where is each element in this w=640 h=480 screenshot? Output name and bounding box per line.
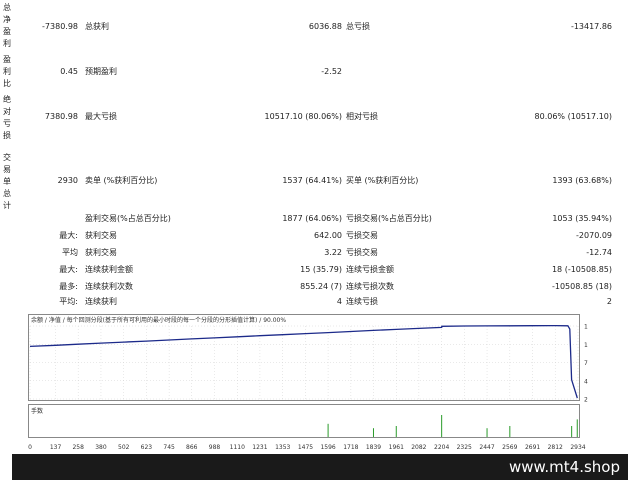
largest-loss-label: 亏损交易 (346, 231, 378, 240)
x-tick-label: 1718 (343, 444, 358, 451)
x-axis-ticks: 0 137 258 380 502 623 745 866 988 1110 1231 1353 147… (28, 444, 586, 451)
profit-trades-value: 1877 (64.06%) (282, 214, 342, 223)
volume-bar (576, 419, 578, 437)
max-drawdown-label: 最大亏损 (85, 112, 117, 121)
long-trades-label: 买单 (%获利百分比) (346, 176, 419, 185)
watermark-text: www.mt4.shop (508, 458, 620, 476)
x-tick-label: 745 (163, 444, 175, 451)
short-trades-label: 卖单 (%获利百分比) (85, 176, 158, 185)
x-tick-label: 2447 (479, 444, 494, 451)
long-trades-value: 1393 (63.68%) (552, 176, 612, 185)
largest-profit-label: 获利交易 (85, 231, 117, 240)
largest-profit-value: 642.00 (314, 231, 342, 240)
x-tick-label: 502 (118, 444, 130, 451)
balance-chart: 余额 / 净值 / 每个回测分段(基于所有可利用的最小时段的每一个分段的分形插值… (28, 314, 588, 451)
expected-payoff-label: 预期盈利 (85, 67, 117, 76)
y-tick-label: 2094 (584, 397, 588, 404)
abs-drawdown-vlabel: 绝对亏损 (3, 95, 11, 140)
volume-bar (395, 426, 397, 437)
x-tick-label: 2082 (411, 444, 426, 451)
chart-frame (28, 314, 580, 401)
largest-loss-value: -2070.09 (576, 231, 612, 240)
volume-label: 手数 (31, 407, 43, 415)
y-tick-label: 7579 (584, 360, 588, 367)
max-consec-wins-label: 连续获利金额 (85, 265, 133, 274)
y-tick-label: 10322 (584, 342, 588, 349)
volume-bar (571, 426, 573, 437)
x-tick-label: 2569 (502, 444, 517, 451)
x-tick-label: 137 (50, 444, 62, 451)
volume-bar (441, 415, 443, 437)
volume-bar (509, 426, 511, 437)
rel-drawdown-label: 相对亏损 (346, 112, 378, 121)
max-drawdown-value: 10517.10 (80.06%) (264, 112, 342, 121)
avg-consec-wins-value: 4 (336, 297, 342, 306)
chart-header-text: 余额 / 净值 / 每个回测分段(基于所有可利用的最小时段的每一个分段的分形插值… (31, 316, 286, 324)
profit-ratio-value: 0.45 (60, 67, 78, 76)
x-tick-label: 1475 (298, 444, 313, 451)
profit-ratio-vlabel: 盈利比 (3, 55, 11, 88)
total-trades-value: 2930 (57, 176, 78, 185)
gross-loss-label: 总亏损 (346, 22, 370, 31)
loss-trades-label: 亏损交易(%占总百分比) (346, 214, 432, 223)
avg-loss-label: 亏损交易 (346, 248, 378, 257)
x-tick-label: 1596 (320, 444, 335, 451)
volume-bar (486, 428, 488, 437)
x-tick-label: 0 (28, 444, 32, 451)
volume-bar (372, 428, 374, 437)
y-tick-label: 13065 (584, 324, 588, 331)
avg-consec-losses-label: 连续亏损 (346, 297, 378, 306)
avg-loss-value: -12.74 (586, 248, 612, 257)
x-tick-label: 866 (186, 444, 198, 451)
volume-bar (327, 423, 329, 437)
gross-profit-label: 总获利 (85, 22, 109, 31)
x-tick-label: 2325 (457, 444, 472, 451)
avg-profit-value: 3.22 (324, 248, 342, 257)
avg-consec-wins-label: 连续获利 (85, 297, 117, 306)
net-profit-vlabel: 总净盈利 (3, 3, 11, 48)
max-consec-losses-label: 连续亏损金额 (346, 265, 394, 274)
most-row-label: 最多: (59, 282, 78, 291)
loss-trades-value: 1053 (35.94%) (552, 214, 612, 223)
max-consec-wins-value: 15 (35.79) (300, 265, 342, 274)
x-tick-label: 2934 (570, 444, 585, 451)
x-tick-label: 988 (209, 444, 221, 451)
abs-drawdown-value: 7380.98 (44, 112, 78, 121)
max-consec-profit-label: 连续获利次数 (85, 282, 133, 291)
x-tick-label: 1353 (275, 444, 290, 451)
short-trades-value: 1537 (64.41%) (282, 176, 342, 185)
volume-frame (28, 404, 580, 438)
x-tick-label: 1231 (252, 444, 267, 451)
x-tick-label: 1110 (230, 444, 245, 451)
expected-payoff-value: -2.52 (321, 67, 342, 76)
max-consec-profit-value: 855.24 (7) (300, 282, 342, 291)
y-tick-label: 4836 (584, 378, 588, 385)
x-tick-label: 2204 (434, 444, 449, 451)
left-margin (0, 454, 12, 480)
x-tick-label: 2812 (548, 444, 563, 451)
avg-consec-losses-value: 2 (606, 297, 612, 306)
x-tick-label: 1961 (389, 444, 404, 451)
rel-drawdown-value: 80.06% (10517.10) (534, 112, 612, 121)
max-consec-loss-label: 连续亏损次数 (346, 282, 394, 291)
net-profit-value: -7380.98 (42, 22, 78, 31)
x-tick-label: 258 (72, 444, 84, 451)
y-axis-ticks: 13065 10322 7579 4836 2094 (584, 324, 588, 404)
x-tick-label: 2691 (525, 444, 540, 451)
total-trades-vlabel: 交易单总计 (3, 153, 11, 210)
profit-trades-label: 盈利交易(%占总百分比) (85, 214, 171, 223)
x-tick-label: 1839 (366, 444, 381, 451)
largest-row-label: 最大: (59, 231, 78, 240)
max-row-label: 最大: (59, 265, 78, 274)
avg2-row-label: 平均: (59, 297, 78, 306)
gross-loss-value: -13417.86 (570, 22, 612, 31)
average-row-label: 平均 (62, 248, 78, 257)
avg-profit-label: 获利交易 (85, 248, 117, 257)
max-consec-loss-value: -10508.85 (18) (551, 282, 612, 291)
x-tick-label: 380 (95, 444, 107, 451)
gross-profit-value: 6036.88 (308, 22, 342, 31)
max-consec-losses-value: 18 (-10508.85) (551, 265, 612, 274)
x-tick-label: 623 (141, 444, 153, 451)
watermark-banner: www.mt4.shop (12, 454, 628, 480)
